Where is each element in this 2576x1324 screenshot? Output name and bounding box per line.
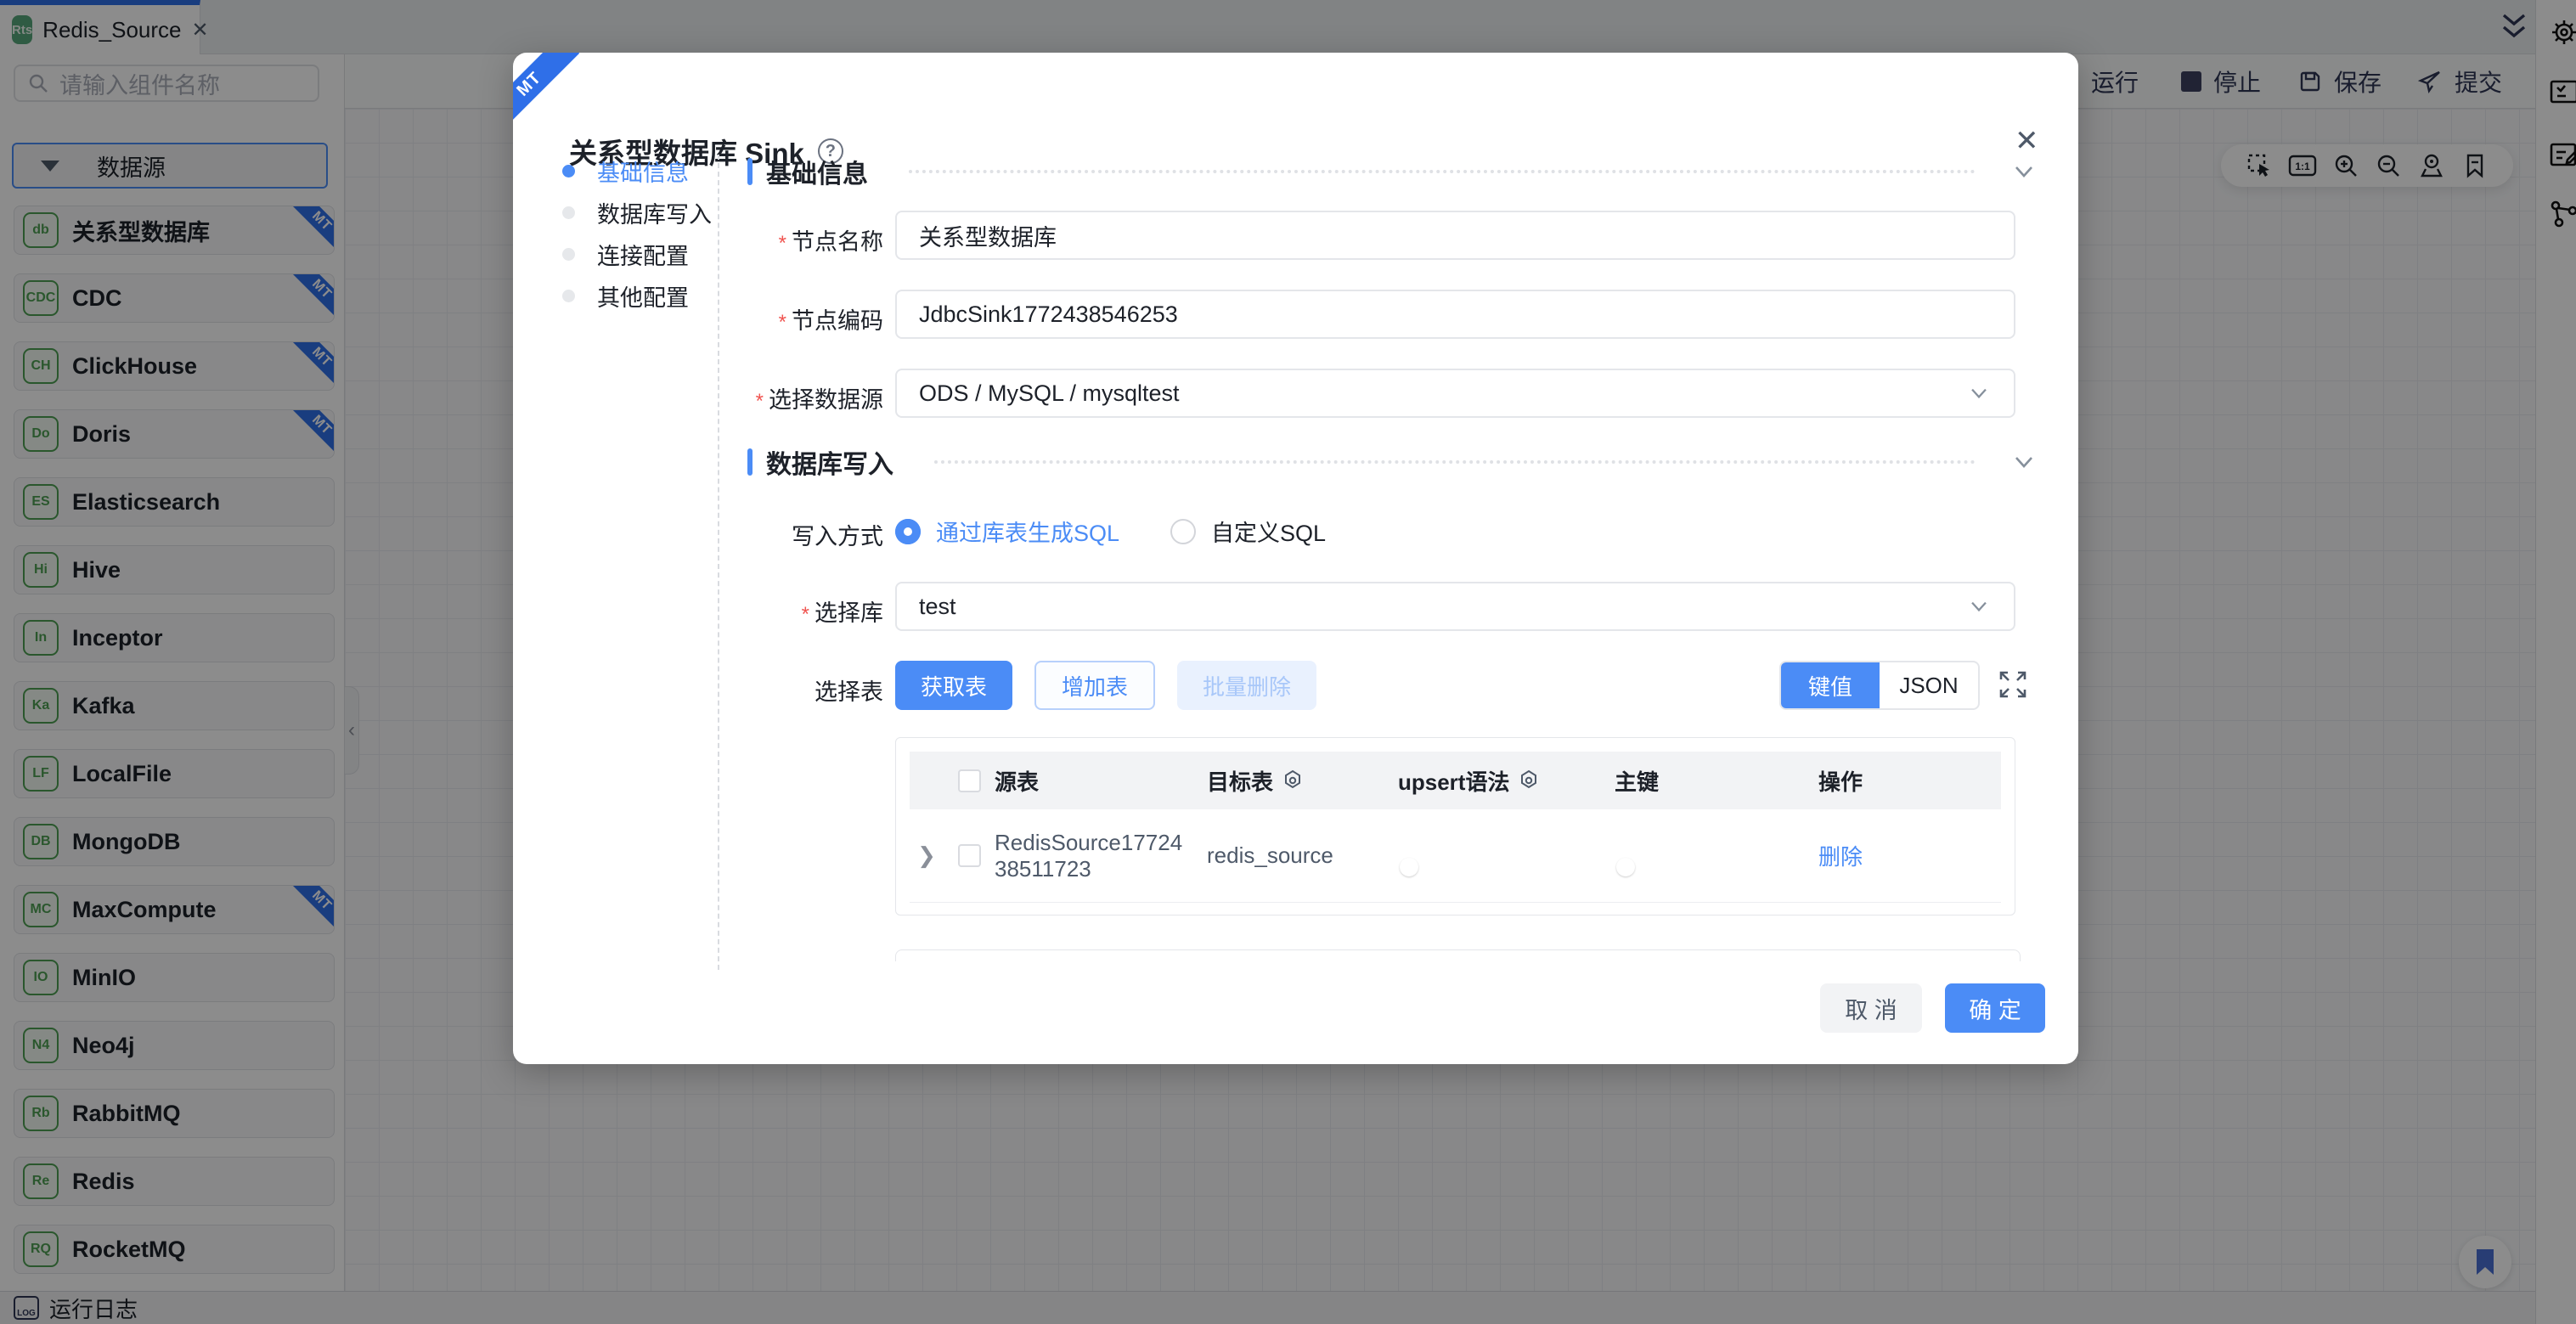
column-settings-icon[interactable] xyxy=(1518,769,1540,792)
table-row: ❯ RedisSource1772438511723redis_source 删除 xyxy=(910,809,2001,903)
view-toggle: 键值JSON xyxy=(1779,661,1980,710)
next-section-peek xyxy=(895,949,2021,961)
field-label-节点名称: *节点名称 xyxy=(662,223,883,256)
radio-dot xyxy=(1170,519,1196,544)
delete-row-link[interactable]: 删除 xyxy=(1818,844,1863,870)
nav-dot xyxy=(562,248,575,261)
radio-自定义SQL[interactable]: 自定义SQL xyxy=(1170,515,1326,548)
section-collapse-icon[interactable] xyxy=(2010,161,2038,182)
field-label-选择数据源: *选择数据源 xyxy=(662,381,883,414)
nav-dot xyxy=(562,206,575,219)
sink-config-modal: MT 关系型数据库 Sink ? ✕ 基础信息数据库写入连接配置其他配置 基础信… xyxy=(513,53,2078,1064)
chevron-down-icon xyxy=(1966,384,1992,403)
table-label: 选择表 xyxy=(662,673,883,707)
section-collapse-icon[interactable] xyxy=(2010,452,2038,472)
chevron-down-icon xyxy=(1966,597,1992,616)
db-select-value: test xyxy=(919,594,956,620)
select-all-checkbox[interactable] xyxy=(958,769,981,792)
db-label: *选择库 xyxy=(662,594,883,628)
radio-通过库表生成SQL[interactable]: 通过库表生成SQL xyxy=(895,515,1119,548)
button-获取表[interactable]: 获取表 xyxy=(895,661,1012,710)
column-header: 操作 xyxy=(1818,765,2001,797)
section-basic-header: 基础信息 xyxy=(747,155,2038,189)
column-header: upsert语法 xyxy=(1398,765,1615,797)
button-批量删除: 批量删除 xyxy=(1177,661,1316,710)
radio-label: 通过库表生成SQL xyxy=(936,515,1119,548)
section-write-header: 数据库写入 xyxy=(747,445,2038,479)
nav-dot xyxy=(562,165,575,177)
input-节点编码[interactable]: JdbcSink1772438546253 xyxy=(895,290,2015,339)
radio-dot xyxy=(895,519,921,544)
section-write-title: 数据库写入 xyxy=(766,443,893,481)
column-header: 目标表 xyxy=(1207,765,1398,797)
target-table-cell: redis_source xyxy=(1207,842,1398,869)
section-dotted-line xyxy=(934,460,1976,464)
app-root: Rts Redis_Source ✕ 运行 停止 保存 提交 1:1 xyxy=(0,0,2576,1324)
field-label-节点编码: *节点编码 xyxy=(662,302,883,335)
table-header: 源表目标表upsert语法主键操作 xyxy=(910,752,2001,809)
input-节点名称[interactable]: 关系型数据库 xyxy=(895,211,2015,260)
table-buttons: 获取表增加表批量删除 xyxy=(895,661,1316,710)
field-value: ODS / MySQL / mysqltest xyxy=(919,380,1180,407)
db-select[interactable]: test xyxy=(895,582,2015,631)
section-accent-bar xyxy=(747,448,753,476)
column-header: 源表 xyxy=(995,765,1207,797)
nav-divider xyxy=(718,155,719,970)
source-table-cell: RedisSource1772438511723 xyxy=(995,830,1207,882)
section-basic-title: 基础信息 xyxy=(766,153,868,190)
fullscreen-icon[interactable] xyxy=(1996,668,2030,701)
write-mode-radios: 通过库表生成SQL 自定义SQL xyxy=(895,515,1326,548)
radio-label: 自定义SQL xyxy=(1211,515,1326,548)
column-settings-icon[interactable] xyxy=(1282,769,1304,792)
toggle-JSON[interactable]: JSON xyxy=(1880,662,1978,708)
mt-ribbon: MT xyxy=(513,53,579,134)
button-增加表[interactable]: 增加表 xyxy=(1034,661,1155,710)
nav-dot xyxy=(562,290,575,302)
field-value: 关系型数据库 xyxy=(919,219,1057,252)
ok-button[interactable]: 确 定 xyxy=(1945,983,2045,1033)
table-body: ❯ RedisSource1772438511723redis_source 删除 xyxy=(910,809,2001,903)
modal-footer: 取 消 确 定 xyxy=(513,983,2078,1034)
table-mapping: 源表目标表upsert语法主键操作 ❯ RedisSource1772438511… xyxy=(895,737,2015,916)
section-dotted-line xyxy=(909,170,1976,173)
cancel-button[interactable]: 取 消 xyxy=(1820,983,1922,1033)
modal-nav-基础信息[interactable]: 基础信息 xyxy=(562,155,689,188)
row-expand-icon[interactable]: ❯ xyxy=(910,842,944,869)
nav-label: 基础信息 xyxy=(597,155,689,188)
field-value: JdbcSink1772438546253 xyxy=(919,301,1178,328)
column-header: 主键 xyxy=(1615,765,1818,797)
select-选择数据源[interactable]: ODS / MySQL / mysqltest xyxy=(895,369,2015,418)
row-checkbox[interactable] xyxy=(958,844,981,867)
section-accent-bar xyxy=(747,158,753,185)
write-mode-label: 写入方式 xyxy=(662,518,883,551)
toggle-键值[interactable]: 键值 xyxy=(1781,662,1880,708)
modal-close-icon[interactable]: ✕ xyxy=(2015,124,2039,158)
